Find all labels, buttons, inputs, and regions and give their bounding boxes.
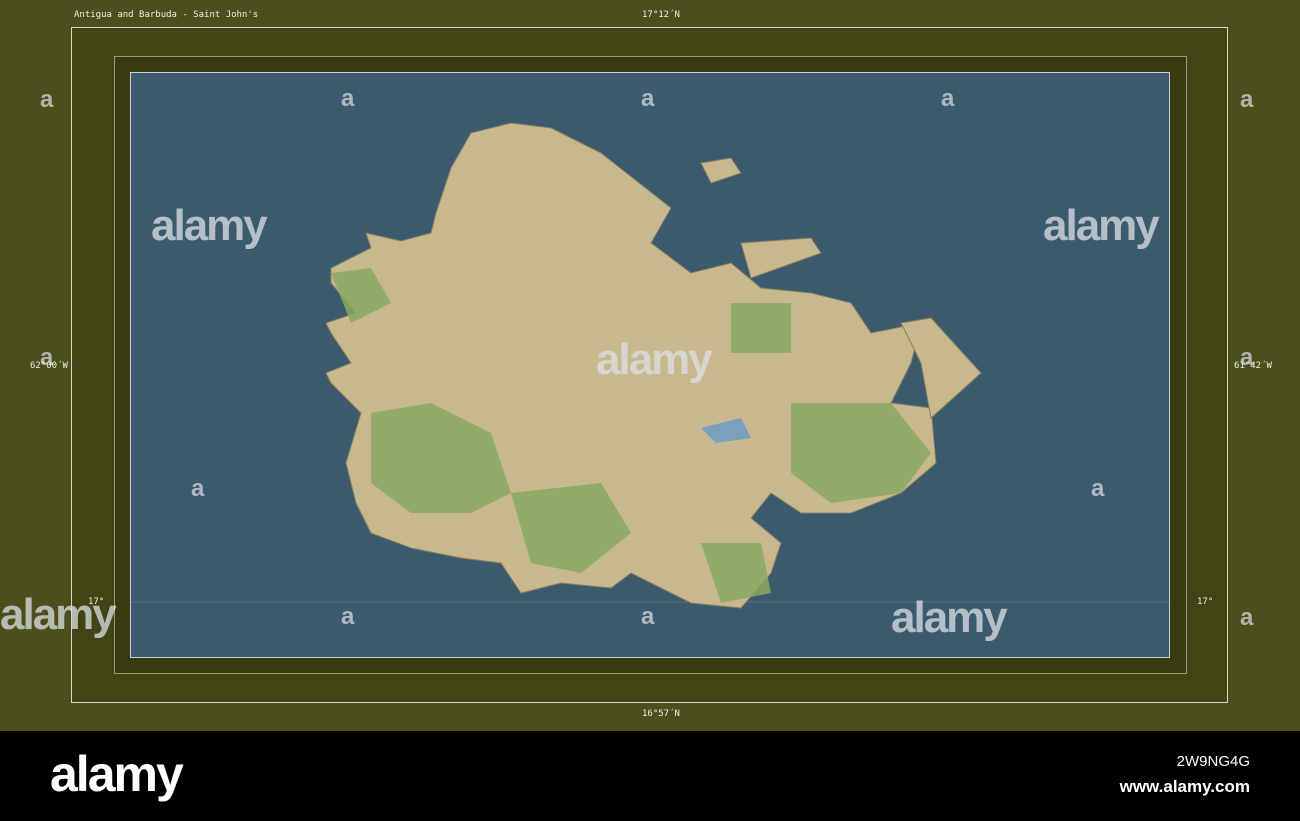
watermark-glyph: a bbox=[341, 603, 355, 630]
watermark: alamy bbox=[596, 335, 713, 384]
watermark: alamy bbox=[891, 593, 1008, 642]
image-id: 2W9NG4G bbox=[1176, 753, 1250, 770]
lat-top-label: 17°12´N bbox=[642, 10, 680, 20]
watermark-glyph: a bbox=[641, 603, 655, 630]
watermark: alamy bbox=[151, 201, 268, 250]
watermark: alamy bbox=[0, 590, 117, 639]
watermark-glyph: a bbox=[40, 86, 54, 113]
lat-bottom-label: 16°57´N bbox=[642, 709, 680, 719]
lat-line-right-label: 17° bbox=[1197, 597, 1214, 607]
alamy-logo: alamy bbox=[50, 746, 184, 802]
watermark-glyph: a bbox=[1240, 86, 1254, 113]
watermark-glyph: a bbox=[341, 85, 355, 112]
map-frame: Antigua and Barbuda - Saint John's 17°12… bbox=[0, 0, 1300, 731]
watermark-glyph: a bbox=[40, 344, 54, 371]
map-title: Antigua and Barbuda - Saint John's bbox=[74, 10, 259, 20]
watermark-bar: alamy 2W9NG4G www.alamy.com bbox=[0, 731, 1300, 821]
watermark-glyph: a bbox=[1091, 475, 1105, 502]
watermark-glyph: a bbox=[1240, 344, 1254, 371]
watermark-glyph: a bbox=[941, 85, 955, 112]
watermark-glyph: a bbox=[1240, 604, 1254, 631]
alamy-url: www.alamy.com bbox=[1119, 777, 1250, 796]
map-area: alamy alamy alamy alamy a a a a a a a bbox=[130, 72, 1170, 658]
watermark-glyph: a bbox=[191, 475, 205, 502]
watermark-glyph: a bbox=[641, 85, 655, 112]
watermark: alamy bbox=[1043, 201, 1160, 250]
